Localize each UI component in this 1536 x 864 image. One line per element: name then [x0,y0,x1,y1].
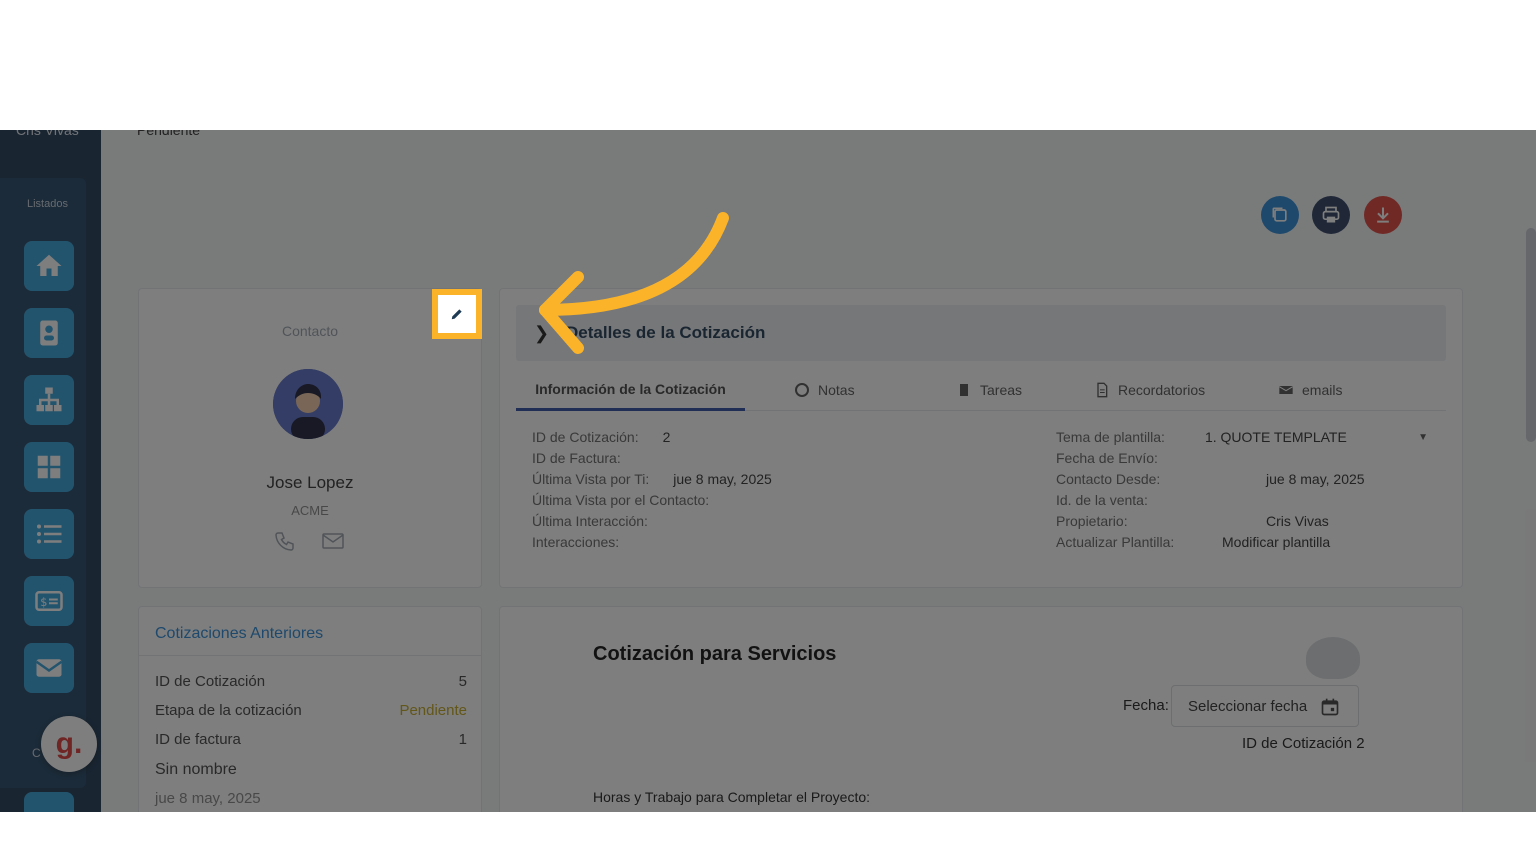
date-placeholder: Seleccionar fecha [1188,697,1308,715]
phone-icon[interactable] [273,529,297,553]
chevron-right-icon[interactable]: ❯ [534,323,549,344]
list-item: ID de Cotización 5 [155,673,467,690]
contacts-icon [40,320,58,346]
grid-icon [37,455,61,479]
status-badge: Pendiente [399,702,467,719]
template-select-value[interactable]: 1. QUOTE TEMPLATE [1205,427,1418,448]
mail-icon [35,659,63,677]
details-header[interactable]: ❯ Detalles de la Cotización [516,305,1446,361]
quote-hours-heading: Horas y Trabajo para Completar el Proyec… [593,789,871,805]
template-select[interactable]: Tema de plantilla: 1. QUOTE TEMPLATE ▼ [1056,427,1428,448]
tab-tasks[interactable]: Tareas [956,369,1022,411]
envelope-icon [1279,386,1293,394]
quote-document-card: Cotización para Servicios Fecha: Selecci… [499,606,1463,812]
contact-name: Jose Lopez [266,473,354,492]
quote-details-card: ❯ Detalles de la Cotización Información … [499,288,1463,588]
email-icon[interactable] [321,529,345,553]
org-chart-icon [36,387,62,412]
document-icon [1097,382,1108,398]
list-item: Etapa de la cotización Pendiente [155,702,467,719]
sidebar-item-list[interactable] [24,509,74,559]
details-right-column: Tema de plantilla: 1. QUOTE TEMPLATE ▼ F… [1056,427,1428,553]
modify-template-link[interactable]: Modificar plantilla [1222,532,1330,553]
previous-quotes-title: Cotizaciones Anteriores [155,625,324,642]
sidebar: Cris Vivas Listados $ C g. [0,130,101,812]
sidebar-item-contacts[interactable] [24,308,74,358]
info-row: Id. de la venta: [1056,492,1148,508]
download-button[interactable] [1364,196,1402,234]
tab-notes[interactable]: Notas [794,369,855,411]
details-title: Detalles de la Cotización [566,323,766,342]
tab-label: emails [1302,382,1343,398]
notes-icon [795,383,809,397]
download-icon [1377,207,1389,223]
sidebar-item-org-chart[interactable] [24,375,74,425]
sidebar-item-partial[interactable] [24,792,74,812]
app-frame: Cris Vivas Listados $ C g. Pendiente Con… [0,130,1536,812]
invoice-icon: $ [35,591,63,611]
date-picker-input[interactable]: Seleccionar fecha [1171,685,1359,727]
tab-reminders[interactable]: Recordatorios [1094,369,1205,411]
sidebar-small-label: C [32,746,41,760]
details-left-column: ID de Cotización: 2 ID de Factura: Última… [532,427,772,553]
pencil-icon [451,309,462,320]
main-content: Pendiente Contacto Jose Lopez ACME ❯ Det… [101,130,1536,812]
tab-quote-info[interactable]: Información de la Cotización [516,369,745,411]
info-row: Última Vista por el Contacto: [532,492,710,508]
header-status: Pendiente [137,130,201,138]
tab-label: Información de la Cotización [535,380,726,397]
previous-quotes-card: Cotizaciones Anteriores ID de Cotización… [138,606,482,812]
sidebar-item-mail[interactable] [24,643,74,693]
sidebar-item-invoices[interactable]: $ [24,576,74,626]
chat-widget-button[interactable]: g. [41,716,97,772]
info-row: Contacto Desde: jue 8 may, 2025 [1056,471,1365,487]
list-icon [37,524,62,544]
sidebar-section-label: Listados [27,198,68,210]
svg-text:$: $ [40,596,47,609]
info-row: Propietario: Cris Vivas [1056,513,1329,529]
caret-down-icon[interactable]: ▼ [1418,427,1428,448]
info-row: Fecha de Envío: [1056,450,1158,466]
copy-button[interactable] [1261,196,1299,234]
contact-card: Contacto Jose Lopez ACME [138,288,482,588]
info-row: Interacciones: [532,534,620,550]
quote-title: Cotización para Servicios [593,643,837,665]
previous-quote-link[interactable]: Sin nombre [155,761,467,779]
divider [139,655,481,656]
sidebar-item-home[interactable] [24,241,74,291]
logo-placeholder-icon[interactable] [1306,637,1360,679]
info-row: Última Vista por Ti: jue 8 may, 2025 [532,471,772,487]
date-label: Fecha: [1123,697,1169,714]
tab-emails[interactable]: emails [1278,369,1342,411]
contact-company: ACME [291,503,329,518]
info-row: ID de Factura: [532,450,621,466]
details-tabs: Información de la Cotización Notas Tarea… [516,369,1446,411]
print-button[interactable] [1312,196,1350,234]
info-row: ID de Cotización: 2 [532,429,671,445]
contact-actions [273,529,345,553]
calendar-icon[interactable] [1320,697,1340,717]
print-icon [1322,206,1340,223]
previous-quote-date: jue 8 may, 2025 [155,790,261,807]
scrollbar[interactable] [1526,228,1536,442]
contact-card-title: Contacto [281,323,339,339]
sidebar-item-grid[interactable] [24,442,74,492]
edit-contact-button[interactable] [432,289,482,339]
tab-label: Notas [818,382,855,398]
tab-label: Recordatorios [1118,382,1206,398]
avatar [273,369,343,439]
info-row: Última Interacción: [532,513,648,529]
quote-id-text: ID de Cotización 2 [1242,735,1365,752]
chat-widget-letter: g. [55,727,83,760]
copy-icon [1272,207,1287,222]
tab-label: Tareas [980,382,1023,398]
sidebar-user-name: Cris Vivas [16,130,79,138]
tasks-icon [960,384,968,396]
list-item: ID de factura 1 [155,731,467,748]
home-icon [36,254,62,276]
info-row: Actualizar Plantilla: Modificar plantilla [1056,532,1428,553]
